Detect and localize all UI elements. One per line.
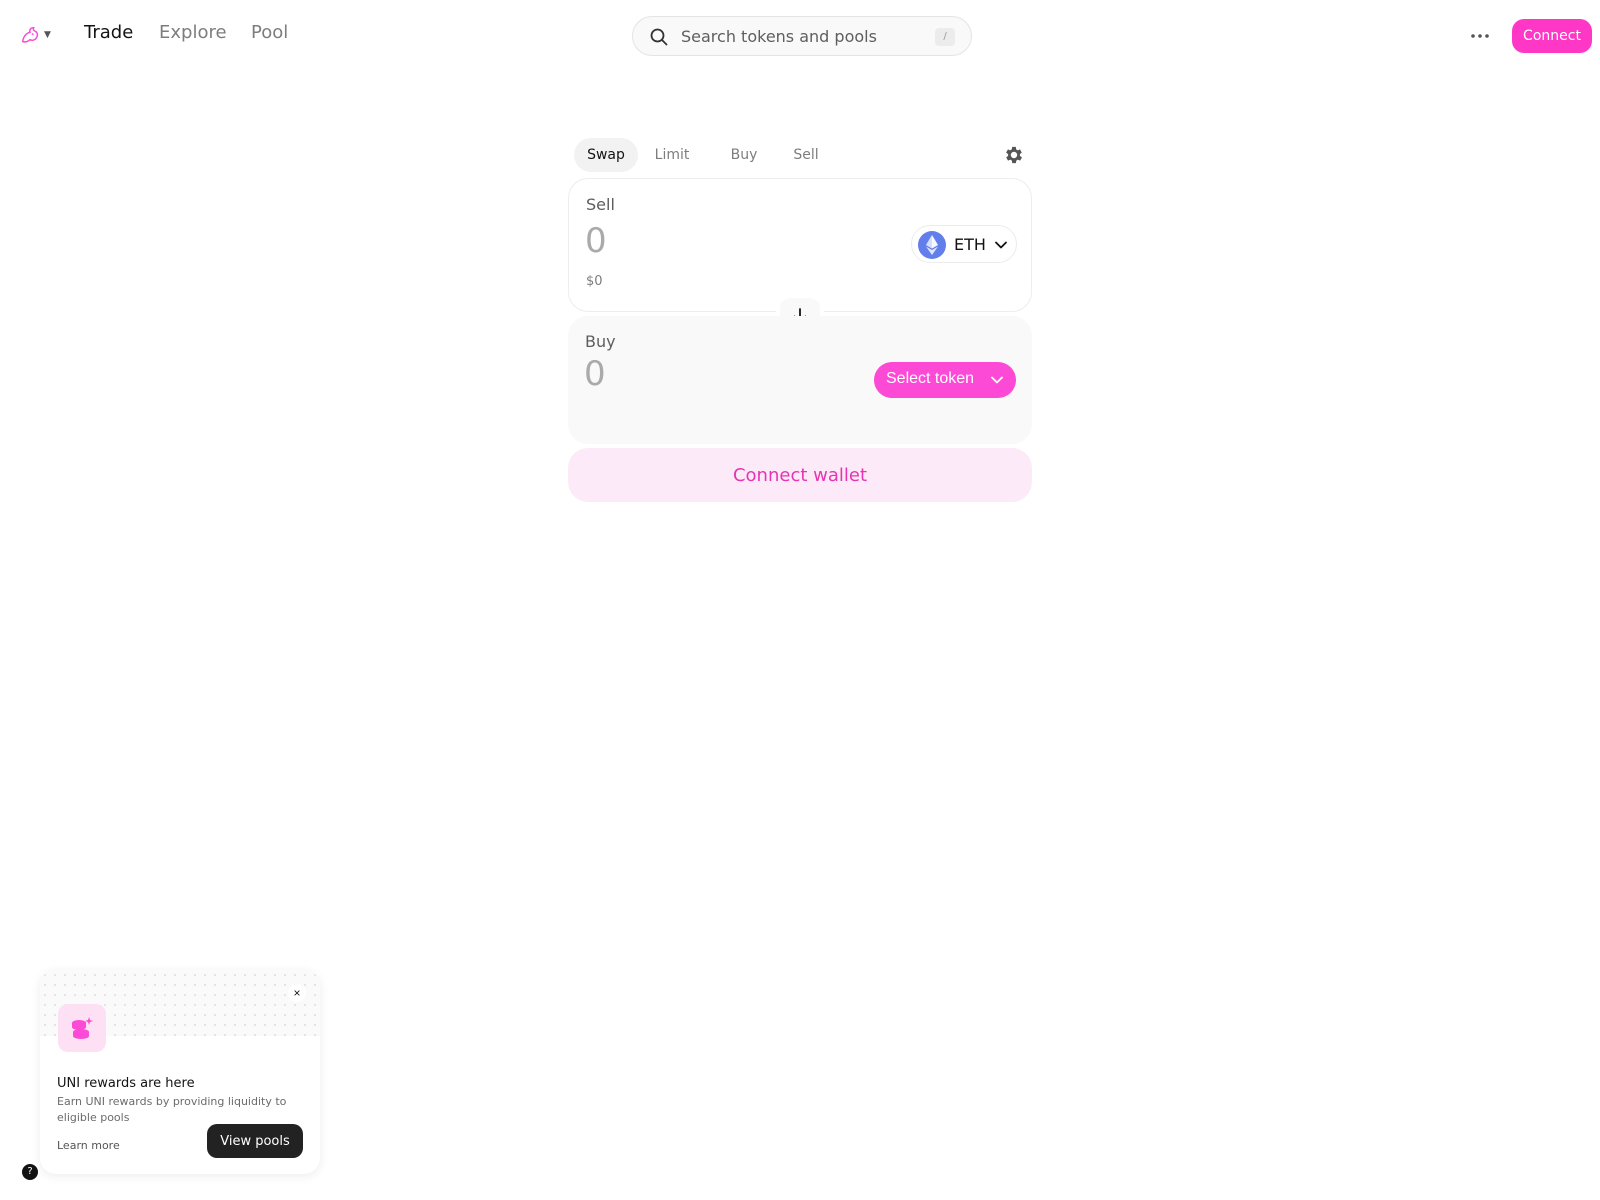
nav-pool[interactable]: Pool (251, 22, 288, 43)
sell-token-selector[interactable]: ETH (911, 225, 1017, 263)
connect-button[interactable]: Connect (1512, 19, 1592, 53)
logo-menu-caret-icon[interactable]: ▼ (44, 30, 51, 40)
select-token-label: Select token (886, 370, 975, 387)
gear-icon[interactable] (1003, 144, 1025, 166)
sell-amount-input[interactable] (585, 221, 805, 261)
learn-more-link[interactable]: Learn more (57, 1139, 120, 1152)
coins-sparkle-icon (58, 1004, 106, 1052)
ellipsis-icon (1471, 34, 1489, 38)
tab-limit[interactable]: Limit (646, 138, 698, 172)
popup-description: Earn UNI rewards by providing liquidity … (57, 1095, 287, 1124)
uni-rewards-popup: × UNI rewards are here Earn UNI rewards … (40, 970, 320, 1174)
buy-panel: Buy Select token (568, 316, 1032, 444)
sell-panel: Sell $0 ETH (568, 178, 1032, 312)
sell-label: Sell (586, 195, 615, 214)
nav-trade[interactable]: Trade (84, 22, 133, 43)
top-nav-bar: ▼ Trade Explore Pool / Connect (0, 0, 1600, 72)
sell-usd-value: $0 (586, 274, 603, 289)
view-pools-button[interactable]: View pools (207, 1124, 303, 1158)
more-options-button[interactable] (1466, 22, 1494, 50)
chevron-down-icon (995, 241, 1007, 249)
select-token-button[interactable]: Select token (874, 362, 1016, 398)
eth-token-icon (918, 231, 946, 259)
tab-buy[interactable]: Buy (724, 138, 764, 172)
sell-token-symbol: ETH (954, 235, 986, 254)
chevron-down-icon (991, 376, 1003, 384)
buy-amount-input[interactable] (584, 354, 804, 394)
search-bar[interactable]: / (632, 16, 972, 56)
tab-sell[interactable]: Sell (786, 138, 826, 172)
popup-title: UNI rewards are here (57, 1076, 195, 1091)
buy-label: Buy (585, 332, 616, 351)
connect-wallet-button[interactable]: Connect wallet (568, 448, 1032, 502)
search-icon (650, 28, 668, 46)
tab-swap[interactable]: Swap (574, 138, 638, 172)
nav-explore[interactable]: Explore (159, 22, 227, 43)
close-popup-button[interactable]: × (288, 984, 306, 1002)
search-input[interactable] (681, 17, 921, 55)
search-shortcut-key: / (935, 28, 955, 46)
help-button[interactable]: ? (22, 1164, 38, 1180)
uniswap-logo-icon[interactable] (18, 24, 42, 48)
